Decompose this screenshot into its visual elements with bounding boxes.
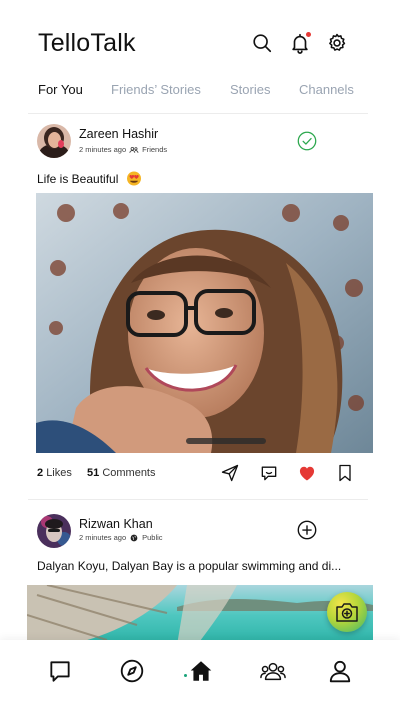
caption-text: Life is Beautiful [37,172,119,186]
likes-count[interactable]: 2 Likes [37,467,72,479]
tabs-divider [28,113,368,114]
home-icon[interactable] [188,658,214,684]
likes-number: 2 [37,467,44,479]
notification-dot [306,32,311,37]
add-circle-icon[interactable] [296,519,318,541]
app-header: TelloTalk [0,0,400,75]
post-image[interactable] [36,193,373,453]
bell-icon[interactable] [289,32,311,54]
comments-number: 51 [87,467,100,479]
post-audience: Public [142,533,163,542]
friends-icon [129,146,139,154]
groups-icon[interactable] [260,658,286,684]
avatar[interactable] [37,514,71,548]
add-photo-icon [336,603,358,622]
feed-tabs: For You Friends’ Stories Stories Channel… [0,82,400,102]
comments-label: Comments [102,467,156,479]
tab-stories[interactable]: Stories [230,82,270,97]
post-meta: 2 minutes ago Friends [79,145,167,154]
author-name[interactable]: Rizwan Khan [79,517,153,531]
app-title: TelloTalk [38,29,136,57]
globe-icon [129,534,139,542]
bottom-navigation [0,640,400,710]
explore-icon[interactable] [119,658,145,684]
bookmark-icon[interactable] [335,463,355,483]
check-circle-icon[interactable] [296,130,318,152]
comment-icon[interactable] [259,463,279,483]
author-name[interactable]: Zareen Hashir [79,127,158,141]
heart-icon[interactable] [297,463,317,483]
comments-count[interactable]: 51 Comments [87,467,156,479]
post-caption: Life is Beautiful [37,170,142,186]
post-audience: Friends [142,145,168,154]
heart-eyes-emoji [126,170,142,186]
gear-icon[interactable] [326,32,348,54]
profile-icon[interactable] [327,658,353,684]
post-image[interactable] [27,585,373,645]
post-meta: 2 minutes ago Public [79,533,163,542]
app-screen: TelloTalk For You Friends’ Stories Stori… [0,0,400,710]
likes-label: Likes [46,467,72,479]
avatar[interactable] [37,124,71,158]
post-caption: Dalyan Koyu, Dalyan Bay is a popular swi… [37,559,342,573]
search-icon[interactable] [251,32,273,54]
send-icon[interactable] [220,463,240,483]
tab-for-you[interactable]: For You [38,82,83,97]
post-time: 2 minutes ago [79,145,127,154]
active-indicator [184,674,187,677]
add-photo-button[interactable] [327,592,367,632]
post-divider [28,499,368,500]
tab-channels[interactable]: Channels [299,82,354,97]
tab-friends-stories[interactable]: Friends’ Stories [111,82,201,97]
post-time: 2 minutes ago [79,533,127,542]
chat-icon[interactable] [47,658,73,684]
